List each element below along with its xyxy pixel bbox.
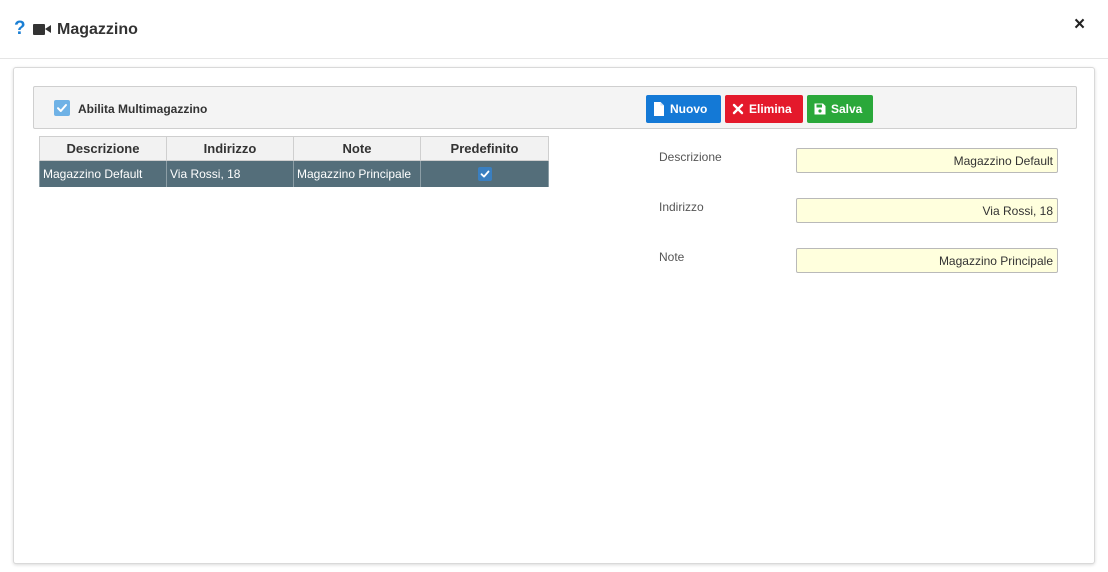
cell-descrizione: Magazzino Default	[39, 160, 167, 187]
cell-indirizzo: Via Rossi, 18	[166, 160, 294, 187]
indirizzo-label: Indirizzo	[659, 200, 704, 214]
video-camera-icon	[33, 23, 53, 36]
file-icon	[654, 102, 664, 116]
table-row[interactable]: Magazzino Default Via Rossi, 18 Magazzin…	[39, 160, 549, 187]
elimina-button-label: Elimina	[749, 102, 792, 116]
multimagazzino-label: Abilita Multimagazzino	[78, 102, 208, 116]
magazzini-table: Descrizione Indirizzo Note Predefinito M…	[39, 136, 549, 187]
note-field[interactable]	[796, 248, 1058, 273]
main-panel: Abilita Multimagazzino Nuovo Elimina Sal…	[13, 67, 1095, 564]
salva-button-label: Salva	[831, 102, 863, 116]
column-header-descrizione[interactable]: Descrizione	[39, 136, 167, 161]
salva-button[interactable]: Salva	[807, 95, 873, 123]
nuovo-button[interactable]: Nuovo	[646, 95, 721, 123]
check-icon	[480, 170, 489, 178]
close-icon[interactable]: ×	[1074, 14, 1085, 36]
column-header-predefinito[interactable]: Predefinito	[420, 136, 549, 161]
column-header-note[interactable]: Note	[293, 136, 421, 161]
nuovo-button-label: Nuovo	[670, 102, 708, 116]
table-header-row: Descrizione Indirizzo Note Predefinito	[39, 136, 549, 161]
indirizzo-field[interactable]	[796, 198, 1058, 223]
check-icon	[57, 104, 67, 112]
toolbar: Abilita Multimagazzino Nuovo Elimina Sal…	[33, 86, 1077, 129]
dialog-title: Magazzino	[57, 21, 138, 38]
multimagazzino-checkbox[interactable]	[54, 100, 70, 116]
descrizione-field[interactable]	[796, 148, 1058, 173]
elimina-button[interactable]: Elimina	[725, 95, 803, 123]
floppy-disk-icon	[814, 103, 826, 115]
cell-predefinito	[420, 160, 549, 187]
note-label: Note	[659, 250, 685, 264]
cell-note: Magazzino Principale	[293, 160, 421, 187]
help-icon[interactable]: ?	[14, 18, 26, 40]
delete-x-icon	[732, 103, 744, 115]
dialog-header: ? Magazzino ×	[0, 0, 1108, 59]
column-header-indirizzo[interactable]: Indirizzo	[166, 136, 294, 161]
descrizione-label: Descrizione	[659, 150, 722, 164]
predefinito-checkbox[interactable]	[477, 167, 492, 182]
